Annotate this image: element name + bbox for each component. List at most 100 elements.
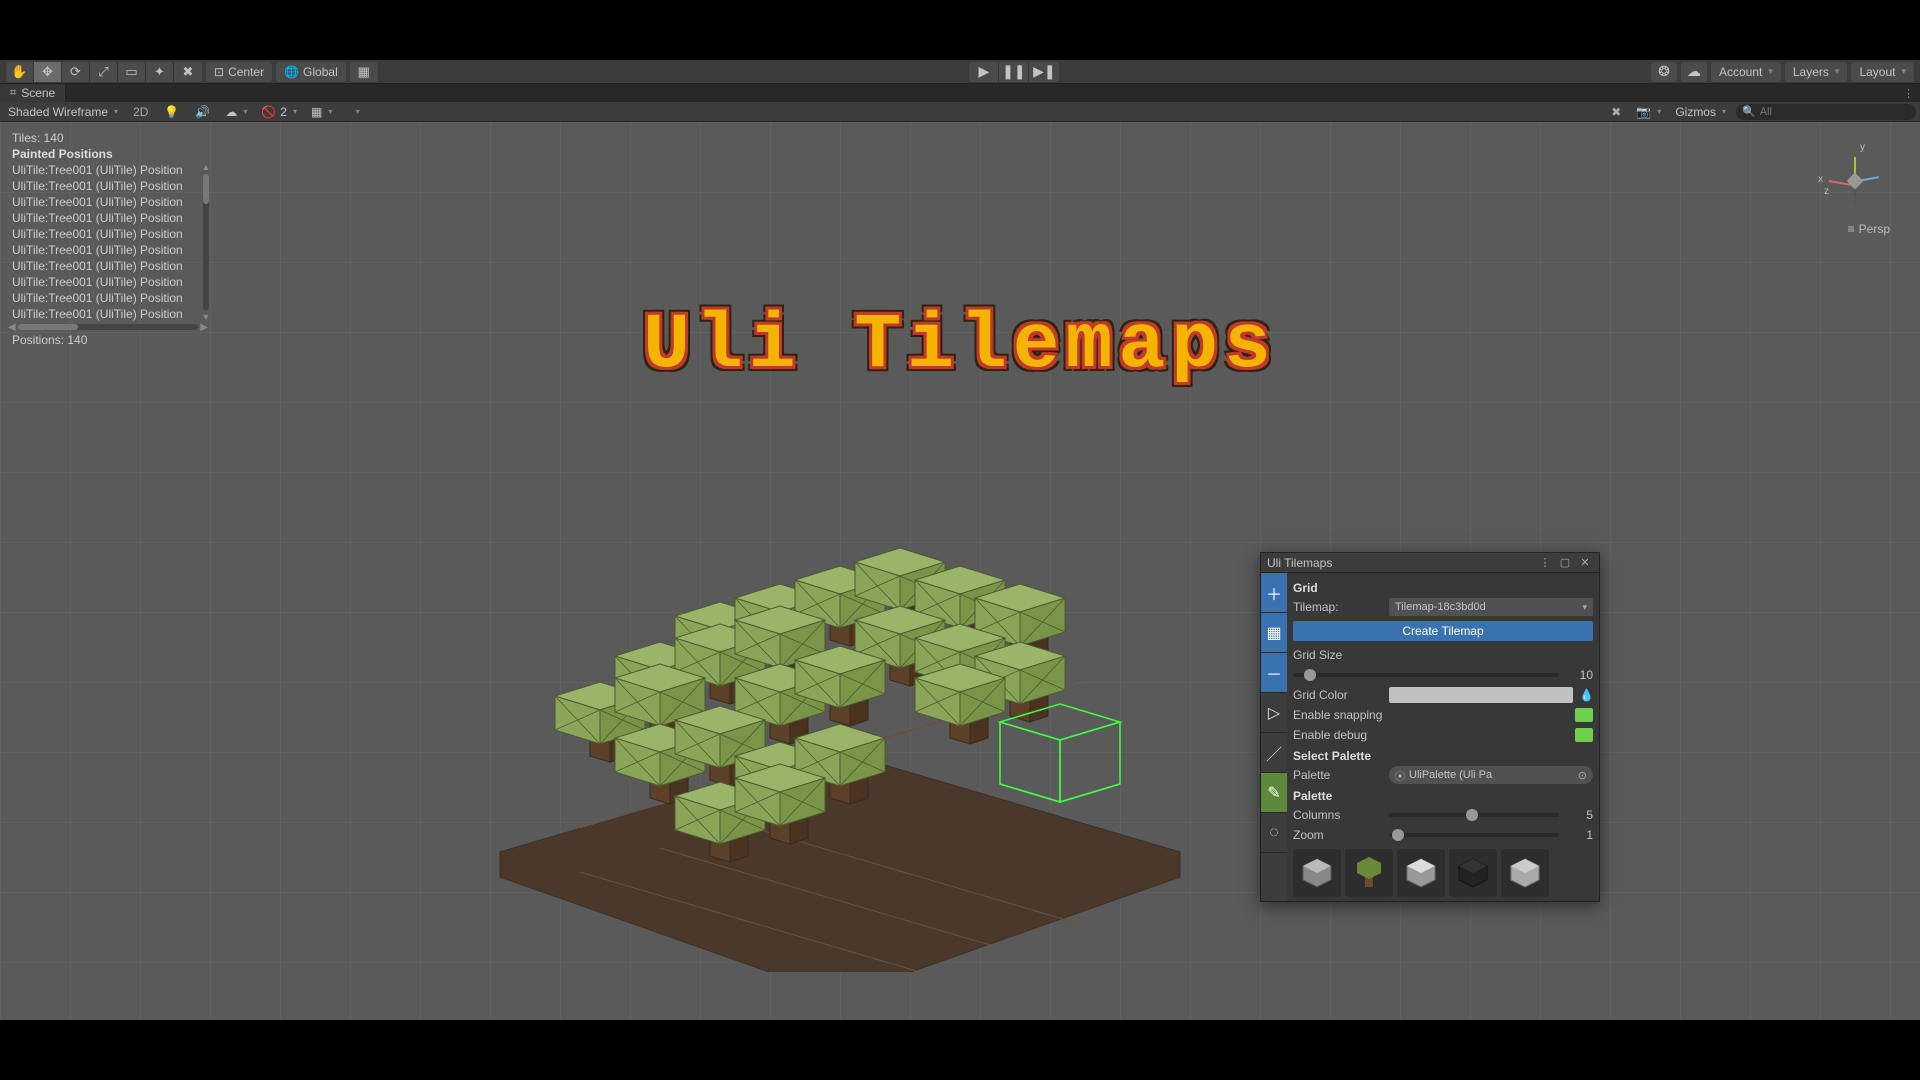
grid-size-slider[interactable]	[1293, 673, 1559, 677]
vertical-scrollbar[interactable]: ▲▼	[202, 162, 210, 322]
tools-button[interactable]: ✖	[1606, 103, 1626, 121]
globe-icon: 🌐	[284, 65, 299, 79]
remove-tool[interactable]: －	[1261, 653, 1287, 693]
columns-slider[interactable]	[1389, 813, 1559, 817]
play-button[interactable]: ▶	[969, 62, 999, 82]
grid-size-value[interactable]: 10	[1565, 668, 1593, 682]
snap-group: ▦	[350, 62, 378, 82]
columns-value[interactable]: 5	[1565, 808, 1593, 822]
palette-tile[interactable]	[1449, 849, 1497, 897]
painted-positions-header: Painted Positions	[8, 146, 208, 162]
list-item[interactable]: UliTile:Tree001 (UliTile) Position	[8, 290, 198, 306]
list-item[interactable]: UliTile:Tree001 (UliTile) Position	[8, 226, 198, 242]
handle-label: Global	[303, 65, 338, 79]
grid-tool[interactable]: ▦	[1261, 613, 1287, 653]
gizmo-size-dropdown[interactable]	[342, 105, 363, 119]
palette-tile[interactable]	[1293, 849, 1341, 897]
services-button[interactable]: ❂	[1651, 62, 1677, 82]
list-item[interactable]: UliTile:Tree001 (UliTile) Position	[8, 210, 198, 226]
letterbox-bottom	[0, 1020, 1920, 1080]
audio-toggle[interactable]: 🔊	[190, 103, 215, 121]
pivot-mode-button[interactable]: ⊡Center	[206, 62, 272, 82]
snap-toggle[interactable]: ▦	[350, 62, 378, 82]
axis-z-label: z	[1824, 186, 1829, 197]
transform-tool[interactable]: ✦	[146, 62, 174, 82]
cloud-button[interactable]: ☁	[1681, 62, 1707, 82]
scene-icon: ⌗	[10, 87, 16, 100]
layout-label: Layout	[1859, 65, 1895, 79]
create-tilemap-button[interactable]: Create Tilemap	[1293, 621, 1593, 641]
brush-tool[interactable]: ／	[1261, 733, 1287, 773]
move-tool[interactable]: ✥	[34, 62, 62, 82]
palette-label: Palette	[1293, 768, 1383, 782]
gizmos-dropdown[interactable]: Gizmos	[1671, 105, 1730, 119]
step-button[interactable]: ▶❚	[1029, 62, 1059, 82]
list-item[interactable]: UliTile:Tree001 (UliTile) Position	[8, 258, 198, 274]
palette-tile[interactable]	[1397, 849, 1445, 897]
list-item[interactable]: UliTile:Tree001 (UliTile) Position	[8, 274, 198, 290]
grid-color-label: Grid Color	[1293, 688, 1383, 702]
painted-positions-list[interactable]: UliTile:Tree001 (UliTile) Position UliTi…	[8, 162, 208, 322]
tab-label: Scene	[21, 86, 55, 100]
zoom-slider[interactable]	[1389, 833, 1559, 837]
layers-dropdown[interactable]: Layers	[1785, 62, 1848, 82]
orientation-gizmo[interactable]: y x z	[1820, 146, 1890, 216]
enable-snapping-toggle[interactable]	[1575, 708, 1593, 722]
panel-maximize-button[interactable]: ▢	[1557, 556, 1573, 570]
rect-tool[interactable]: ▭	[118, 62, 146, 82]
fx-dropdown[interactable]: ☁	[221, 105, 251, 119]
custom-tool[interactable]: ✖	[174, 62, 202, 82]
positions-count: Positions: 140	[8, 332, 208, 348]
persp-label: Persp	[1859, 222, 1890, 236]
toggle-2d[interactable]: 2D	[128, 103, 153, 121]
enable-debug-toggle[interactable]	[1575, 728, 1593, 742]
list-item[interactable]: UliTile:Tree001 (UliTile) Position	[8, 162, 198, 178]
list-item[interactable]: UliTile:Tree001 (UliTile) Position	[8, 242, 198, 258]
enable-snapping-label: Enable snapping	[1293, 708, 1569, 722]
rotate-tool[interactable]: ⟳	[62, 62, 90, 82]
add-tool[interactable]: ＋	[1261, 573, 1287, 613]
list-item[interactable]: UliTile:Tree001 (UliTile) Position	[8, 178, 198, 194]
shading-label: Shaded Wireframe	[8, 105, 108, 119]
scene-geometry	[460, 472, 1220, 972]
palette-grid	[1293, 849, 1593, 897]
tile-info-overlay: Tiles: 140 Painted Positions UliTile:Tre…	[8, 130, 208, 348]
eyedropper-button[interactable]: 💧	[1579, 688, 1593, 702]
palette-tile[interactable]	[1345, 849, 1393, 897]
uli-tilemaps-panel[interactable]: Uli Tilemaps ⋮ ▢ ✕ ＋ ▦ － ▷ ／ ✎ ◌	[1260, 552, 1600, 902]
list-item[interactable]: UliTile:Tree001 (UliTile) Position	[8, 194, 198, 210]
account-dropdown[interactable]: Account	[1711, 62, 1781, 82]
tab-menu-button[interactable]: ⋮	[1897, 84, 1920, 102]
shading-mode-dropdown[interactable]: Shaded Wireframe	[4, 105, 122, 119]
hand-tool[interactable]: ✋	[6, 62, 34, 82]
panel-titlebar[interactable]: Uli Tilemaps ⋮ ▢ ✕	[1261, 553, 1599, 573]
play-tool[interactable]: ▷	[1261, 693, 1287, 733]
palette-object-field[interactable]: UliPalette (Uli Pa	[1389, 766, 1593, 784]
panel-close-button[interactable]: ✕	[1577, 556, 1593, 570]
erase-tool[interactable]: ◌	[1261, 813, 1287, 853]
panel-menu-button[interactable]: ⋮	[1537, 556, 1553, 570]
camera-dropdown[interactable]: ▦	[307, 105, 336, 119]
lighting-toggle[interactable]: 💡	[159, 103, 184, 121]
projection-toggle[interactable]: ≡Persp	[1848, 222, 1890, 236]
list-item[interactable]: UliTile:Tree001 (UliTile) Position	[8, 306, 198, 322]
scene-search-input[interactable]: 🔍 All	[1736, 104, 1916, 120]
scene-viewport[interactable]: Tiles: 140 Painted Positions UliTile:Tre…	[0, 122, 1920, 1020]
camera-settings-dropdown[interactable]: 📷	[1632, 105, 1665, 119]
scale-tool[interactable]: ⤢	[90, 62, 118, 82]
tilemap-dropdown[interactable]: Tilemap-18c3bd0d	[1389, 598, 1593, 616]
layers-label: Layers	[1793, 65, 1829, 79]
grid-color-field[interactable]	[1389, 687, 1573, 703]
palette-value: UliPalette (Uli Pa	[1409, 769, 1492, 781]
tab-scene[interactable]: ⌗ Scene	[0, 84, 66, 102]
horizontal-scrollbar[interactable]: ◀▶	[8, 322, 208, 332]
pause-button[interactable]: ❚❚	[999, 62, 1029, 82]
center-icon: ⊡	[214, 65, 224, 79]
hidden-objects-dropdown[interactable]: 🚫2	[257, 105, 301, 119]
layout-dropdown[interactable]: Layout	[1851, 62, 1914, 82]
palette-tile[interactable]	[1501, 849, 1549, 897]
zoom-value[interactable]: 1	[1565, 828, 1593, 842]
eye-off-icon: 🚫	[261, 105, 276, 119]
paint-tool[interactable]: ✎	[1261, 773, 1287, 813]
handle-rotation-button[interactable]: 🌐 Global	[276, 62, 346, 82]
